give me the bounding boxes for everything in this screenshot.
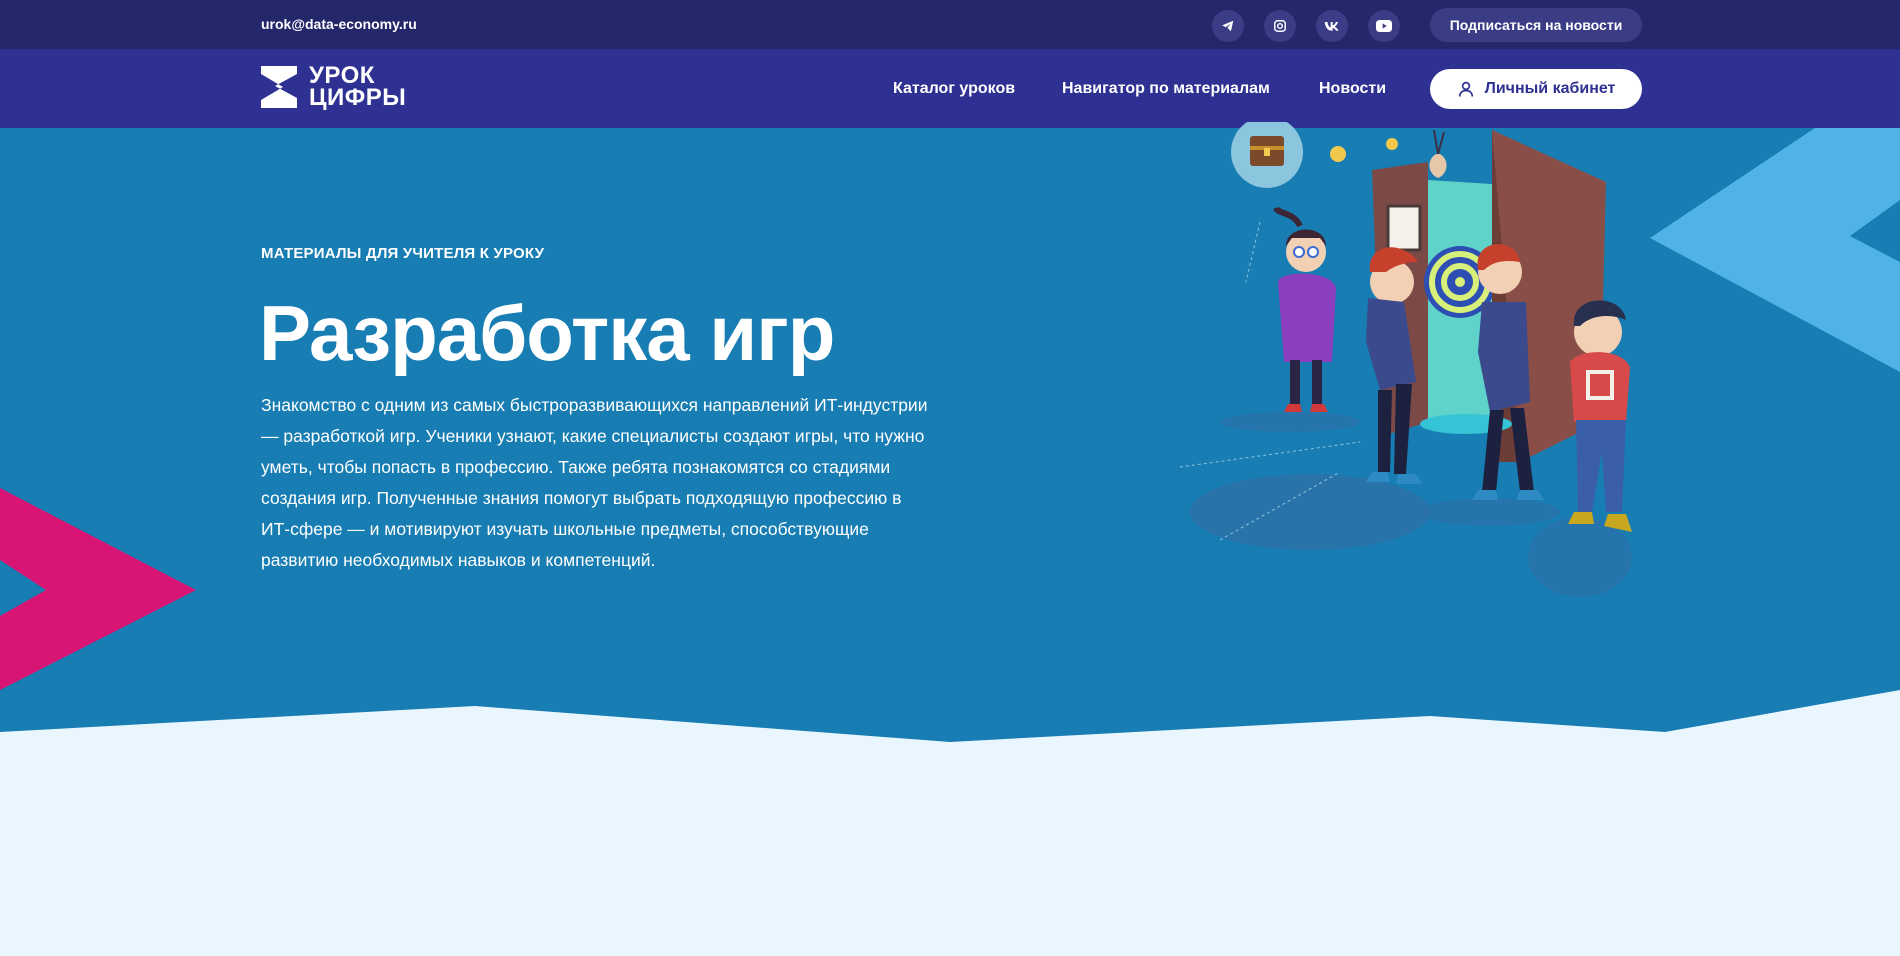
illustration-shadow (1220, 412, 1360, 432)
hero-illustration (1179, 122, 1632, 597)
coin-icon (1386, 138, 1398, 150)
vase (1429, 154, 1447, 178)
hero-eyebrow: МАТЕРИАЛЫ ДЛЯ УЧИТЕЛЯ К УРОКУ (261, 245, 545, 262)
illustration-shadow (1528, 517, 1632, 597)
coin-icon (1330, 146, 1346, 162)
illustration-shadow (1190, 474, 1430, 550)
page-title: Разработка игр (259, 289, 835, 377)
hero-description: Знакомство с одним из самых быстроразвив… (261, 395, 928, 570)
illustration-shadow (1420, 498, 1560, 526)
